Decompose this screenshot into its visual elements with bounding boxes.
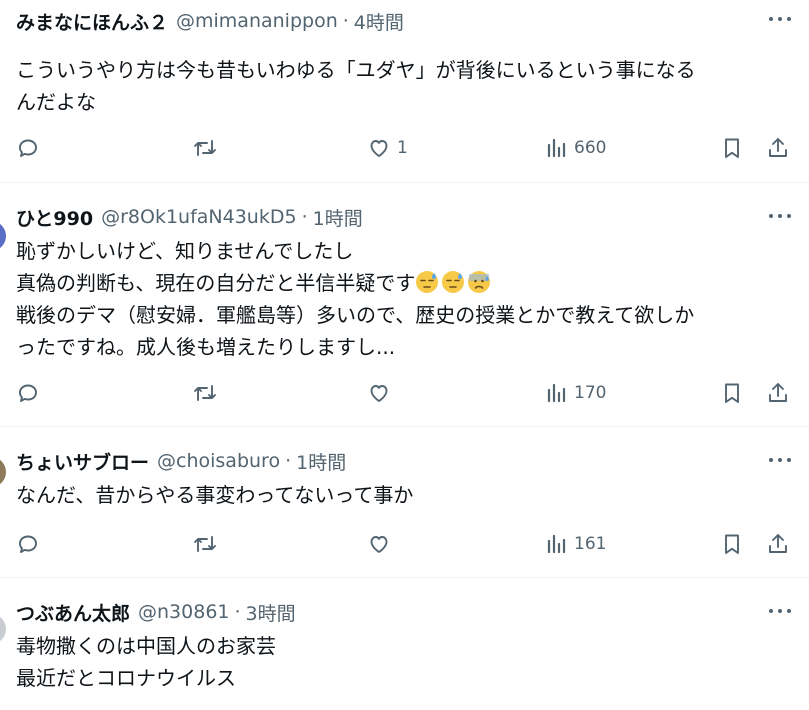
tweet-header: ひと990 @r8Ok1ufaN43ukD5 · 1時間 [16,204,363,230]
reply-icon [19,535,37,553]
reply-icon [19,139,37,157]
reply-button[interactable] [16,134,40,162]
tweet-text-line: ったですね。成人後も増えたりしますし... [16,335,396,359]
tweet-text-segment: 真偽の判断も、現在の自分だと半信半疑です [16,271,416,295]
action-bar: 170 [0,379,809,407]
like-button[interactable] [367,530,391,558]
display-name[interactable]: つぶあん太郎 [16,599,130,626]
user-handle[interactable]: @choisaburo [157,450,280,472]
reply-button[interactable] [16,379,40,407]
retweet-button[interactable] [191,379,219,407]
tweet[interactable]: つぶあん太郎 @n30861 · 3時間 毒物撒くのは中国人のお家芸 最近だとコ… [0,578,809,710]
tweet-text-line: 最近だとコロナウイルス [16,666,236,690]
tweet-text: 毒物撒くのは中国人のお家芸 最近だとコロナウイルス [16,630,791,694]
retweet-icon [194,140,216,156]
downcast-sweat-face-icon [416,271,439,293]
views-icon [547,138,566,158]
share-button[interactable] [766,379,790,407]
anxious-sweat-face-icon [468,271,491,293]
timestamp[interactable]: 1時間 [313,204,363,231]
retweet-button[interactable] [191,530,219,558]
more-icon[interactable] [769,14,791,24]
timestamp[interactable]: 1時間 [296,448,346,475]
separator-dot: · [342,10,349,32]
user-handle[interactable]: @mimananippon [176,10,338,32]
timestamp[interactable]: 4時間 [354,8,404,35]
retweet-icon [194,385,216,401]
tweet-text-line: 戦後のデマ（慰安婦．軍艦島等）多いので、歴史の授業とかで教えて欲しか [16,303,695,327]
user-handle[interactable]: @r8Ok1ufaN43ukD5 [101,206,296,228]
views-count: 170 [574,383,607,403]
bookmark-icon [725,383,739,403]
like-icon [370,385,388,402]
tweet[interactable]: みまなにほんふ２ @mimananippon · 4時間 こういうやり方は今も昔… [0,0,809,183]
more-icon[interactable] [769,455,791,465]
views-button[interactable]: 660 [544,134,606,162]
share-icon [769,534,787,553]
display-name[interactable]: ひと990 [16,204,93,231]
tweet-text-line: なんだ、昔からやる事変わってないって事か [16,483,414,507]
share-icon [769,138,787,157]
views-icon [547,383,566,403]
tweet-text: なんだ、昔からやる事変わってないって事か [16,479,791,511]
tweet-text: こういうやり方は今も昔もいわゆる「ユダヤ」が背後にいるという事になる んだよな [16,54,791,118]
views-icon [547,534,566,554]
tweet[interactable]: ひと990 @r8Ok1ufaN43ukD5 · 1時間 恥ずかしいけど、知りま… [0,183,809,427]
views-count: 161 [574,534,607,554]
tweet-text-line: 真偽の判断も、現在の自分だと半信半疑です [16,267,791,299]
action-bar: 1 660 [0,134,809,162]
views-button[interactable]: 161 [544,530,606,558]
bookmark-button[interactable] [720,530,744,558]
tweet-header: つぶあん太郎 @n30861 · 3時間 [16,599,296,625]
like-button[interactable]: 1 [367,134,408,162]
share-button[interactable] [766,134,790,162]
tweet-header: ちょいサブロー @choisaburo · 1時間 [16,448,346,474]
timestamp[interactable]: 3時間 [246,599,296,626]
reply-icon [19,384,37,402]
separator-dot: · [301,206,308,228]
display-name[interactable]: みまなにほんふ２ [16,8,168,35]
tweet-text-line: 毒物撒くのは中国人のお家芸 [16,634,276,658]
retweet-icon [194,536,216,552]
avatar[interactable] [0,457,6,487]
reply-button[interactable] [16,530,40,558]
views-button[interactable]: 170 [544,379,606,407]
timeline-feed: みまなにほんふ２ @mimananippon · 4時間 こういうやり方は今も昔… [0,0,809,710]
like-icon [370,536,388,553]
bookmark-icon [725,138,739,158]
downcast-sweat-face-icon [442,271,465,293]
bookmark-icon [725,534,739,554]
tweet-text-line: 恥ずかしいけど、知りませんでしたし [16,239,354,263]
bookmark-button[interactable] [720,379,744,407]
like-icon [370,140,388,157]
tweet-header: みまなにほんふ２ @mimananippon · 4時間 [16,8,404,34]
bookmark-button[interactable] [720,134,744,162]
action-bar: 161 [0,530,809,558]
tweet-text: 恥ずかしいけど、知りませんでしたし 真偽の判断も、現在の自分だと半信半疑です 戦… [16,235,791,363]
share-icon [769,383,787,402]
avatar[interactable] [0,614,6,644]
tweet-text-line: こういうやり方は今も昔もいわゆる「ユダヤ」が背後にいるという事になる [16,58,696,82]
more-icon[interactable] [769,211,791,221]
user-handle[interactable]: @n30861 [138,601,229,623]
tweet[interactable]: ちょいサブロー @choisaburo · 1時間 なんだ、昔からやる事変わって… [0,427,809,578]
separator-dot: · [234,601,241,623]
share-button[interactable] [766,530,790,558]
avatar[interactable] [0,221,6,251]
display-name[interactable]: ちょいサブロー [16,448,149,475]
like-count: 1 [397,138,408,158]
more-icon[interactable] [769,606,791,616]
retweet-button[interactable] [191,134,219,162]
like-button[interactable] [367,379,391,407]
views-count: 660 [574,138,607,158]
tweet-text-line: んだよな [16,90,96,114]
separator-dot: · [285,450,292,472]
